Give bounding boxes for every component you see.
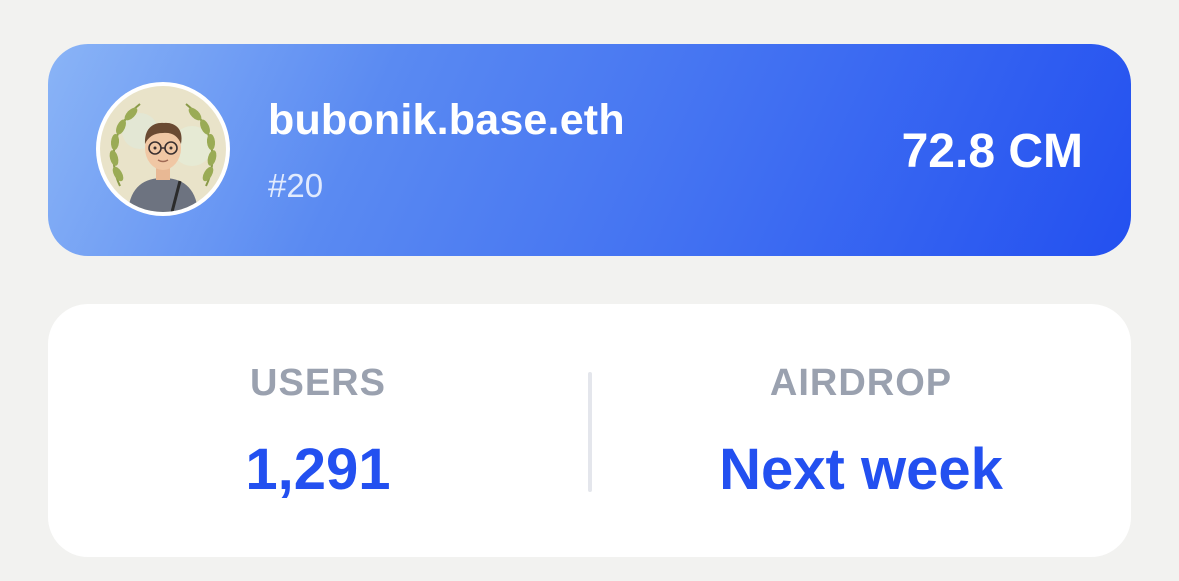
airdrop-label: AIRDROP (769, 362, 953, 404)
profile-card[interactable]: bubonik.base.eth #20 72.8 CM (48, 44, 1131, 256)
rank-label: #20 (268, 167, 324, 204)
users-value: 1,291 (245, 437, 391, 502)
airdrop-stat: AIRDROP Next week (591, 304, 1131, 557)
users-stat: USERS 1,291 (48, 304, 588, 557)
avatar[interactable] (96, 82, 230, 216)
users-label: USERS (250, 362, 386, 404)
score-value: 72.8 CM (901, 125, 1083, 178)
airdrop-value: Next week (719, 437, 1003, 502)
avatar-illustration-icon (100, 86, 226, 212)
stats-card: USERS 1,291 AIRDROP Next week (48, 304, 1131, 557)
username: bubonik.base.eth (268, 96, 625, 144)
